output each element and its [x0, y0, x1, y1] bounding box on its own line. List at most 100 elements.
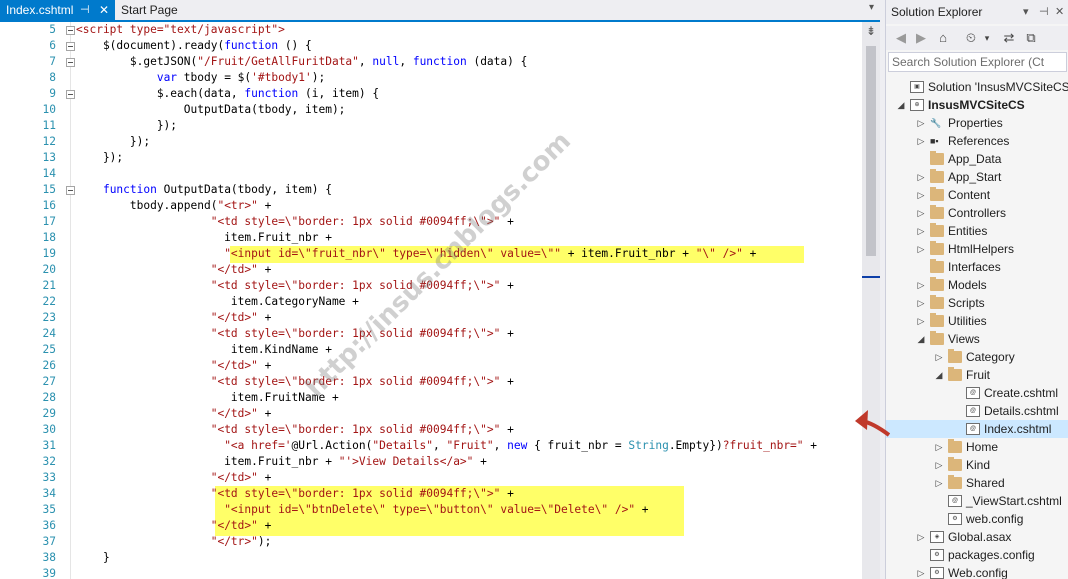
- forward-icon[interactable]: ▶: [912, 29, 930, 47]
- code-token: '#tbody1': [251, 71, 312, 84]
- code-text: "<input id=\"btnDelete\" type=\"button\"…: [76, 502, 648, 518]
- config-file-icon: ⚙: [930, 549, 944, 561]
- vertical-scrollbar[interactable]: ⇟: [862, 22, 880, 579]
- tree-item-content[interactable]: ▷ Content: [886, 186, 1068, 204]
- tree-item-label: Home: [966, 440, 999, 454]
- code-line: 27 "<td style=\"border: 1px solid #0094f…: [0, 374, 862, 390]
- collapsed-arrow-icon[interactable]: ▷: [916, 564, 926, 579]
- collapsed-arrow-icon[interactable]: ▷: [916, 528, 926, 546]
- close-icon[interactable]: ✕: [1055, 0, 1064, 24]
- tree-item-insusmvcsitecs[interactable]: ◢ ⊕ InsusMVCSiteCS: [886, 96, 1068, 114]
- collapsed-arrow-icon[interactable]: ▷: [916, 312, 926, 330]
- code-token: +: [500, 279, 514, 292]
- tree-item-solution-insusmvcsitecs-1[interactable]: ▣ Solution 'InsusMVCSiteCS' (1: [886, 78, 1068, 96]
- collapse-icon[interactable]: [66, 58, 75, 67]
- collapsed-arrow-icon[interactable]: ▷: [934, 348, 944, 366]
- code-line: 12 });: [0, 134, 862, 150]
- collapsed-arrow-icon[interactable]: ▷: [916, 222, 926, 240]
- sync-icon[interactable]: ⇄: [1000, 29, 1018, 47]
- document-tab-strip: Index.cshtml ⊣ ✕ Start Page ▾: [0, 0, 880, 22]
- tree-item-viewstart-cshtml[interactable]: @ _ViewStart.cshtml: [886, 492, 1068, 510]
- tree-item-controllers[interactable]: ▷ Controllers: [886, 204, 1068, 222]
- expanded-arrow-icon[interactable]: ◢: [896, 96, 906, 114]
- tree-item-htmlhelpers[interactable]: ▷ HtmlHelpers: [886, 240, 1068, 258]
- tree-item-interfaces[interactable]: Interfaces: [886, 258, 1068, 276]
- pin-icon[interactable]: ⊣: [1039, 0, 1049, 24]
- tree-item-label: InsusMVCSiteCS: [928, 98, 1025, 112]
- folder-icon: [948, 439, 962, 453]
- code-token: +: [257, 471, 272, 484]
- tree-item-entities[interactable]: ▷ Entities: [886, 222, 1068, 240]
- collapsed-arrow-icon[interactable]: ▷: [916, 204, 926, 222]
- tree-item-category[interactable]: ▷ Category: [886, 348, 1068, 366]
- collapsed-arrow-icon[interactable]: ▷: [916, 186, 926, 204]
- dropdown-icon[interactable]: ▾: [1023, 0, 1029, 24]
- tree-item-global-asax[interactable]: ▷ ◈ Global.asax: [886, 528, 1068, 546]
- collapsed-arrow-icon[interactable]: ▷: [934, 438, 944, 456]
- code-token: "<td style=\"border: 1px solid #0094ff;\…: [210, 327, 501, 340]
- code-text: });: [76, 134, 150, 150]
- code-token: "<input id=\"fruit_nbr\" type=\"hidden\"…: [224, 247, 561, 260]
- collapsed-arrow-icon[interactable]: ▷: [916, 114, 926, 132]
- expanded-arrow-icon[interactable]: ◢: [934, 366, 944, 384]
- tree-item-index-cshtml[interactable]: @ Index.cshtml: [886, 420, 1068, 438]
- close-icon[interactable]: ✕: [99, 0, 109, 20]
- collapsed-arrow-icon[interactable]: ▷: [916, 276, 926, 294]
- pin-icon[interactable]: ⊣: [80, 0, 90, 20]
- split-icon[interactable]: ⇟: [865, 24, 877, 38]
- tree-item-app-start[interactable]: ▷ App_Start: [886, 168, 1068, 186]
- code-token: +: [257, 407, 272, 420]
- tree-item-scripts[interactable]: ▷ Scripts: [886, 294, 1068, 312]
- scrollbar-thumb[interactable]: [866, 46, 876, 256]
- back-icon[interactable]: ◀: [892, 29, 910, 47]
- expanded-arrow-icon[interactable]: ◢: [916, 330, 926, 348]
- tree-item-create-cshtml[interactable]: @ Create.cshtml: [886, 384, 1068, 402]
- collapse-icon[interactable]: [66, 26, 75, 35]
- code-text: function OutputData(tbody, item) {: [76, 182, 332, 198]
- home-icon[interactable]: ⌂: [934, 29, 952, 47]
- tree-item-utilities[interactable]: ▷ Utilities: [886, 312, 1068, 330]
- code-token: +: [742, 247, 757, 260]
- collapse-icon[interactable]: [66, 42, 75, 51]
- code-line: 36 "</td>" +: [0, 518, 862, 534]
- collapsed-arrow-icon[interactable]: ▷: [916, 294, 926, 312]
- code-text-area[interactable]: 5 <script type="text/javascript"> 6 $(docu…: [0, 22, 862, 579]
- tree-item-properties[interactable]: ▷ 🔧 Properties: [886, 114, 1068, 132]
- tree-item-kind[interactable]: ▷ Kind: [886, 456, 1068, 474]
- chevron-down-icon[interactable]: ▾: [869, 2, 874, 13]
- tree-item-home[interactable]: ▷ Home: [886, 438, 1068, 456]
- search-solution-explorer-input[interactable]: Search Solution Explorer (Ct: [888, 52, 1067, 72]
- line-number: 29: [42, 407, 56, 420]
- tab-start-page[interactable]: Start Page: [115, 0, 205, 20]
- tree-item-web-config[interactable]: ⚙ web.config: [886, 510, 1068, 528]
- tree-item-views[interactable]: ◢ Views: [886, 330, 1068, 348]
- code-text: "</td>" +: [76, 470, 272, 486]
- tree-item-label: Global.asax: [948, 530, 1012, 544]
- pending-changes-icon[interactable]: ⧉: [1022, 29, 1040, 47]
- chevron-down-icon[interactable]: ▾: [978, 29, 996, 47]
- code-text: item.CategoryName +: [76, 294, 359, 310]
- tree-item-references[interactable]: ▷ ■▪ References: [886, 132, 1068, 150]
- collapsed-arrow-icon[interactable]: ▷: [916, 168, 926, 186]
- tree-item-shared[interactable]: ▷ Shared: [886, 474, 1068, 492]
- collapsed-arrow-icon[interactable]: ▷: [934, 456, 944, 474]
- tree-item-models[interactable]: ▷ Models: [886, 276, 1068, 294]
- tree-item-packages-config[interactable]: ⚙ packages.config: [886, 546, 1068, 564]
- tab-index-cshtml[interactable]: Index.cshtml ⊣ ✕: [0, 0, 115, 20]
- tree-item-label: Properties: [948, 116, 1003, 130]
- collapse-icon[interactable]: [66, 186, 75, 195]
- tree-item-web-config[interactable]: ▷ ⚙ Web.config: [886, 564, 1068, 579]
- code-token: { fruit_nbr =: [527, 439, 629, 452]
- code-text: "<td style=\"border: 1px solid #0094ff;\…: [76, 326, 514, 342]
- collapsed-arrow-icon[interactable]: ▷: [934, 474, 944, 492]
- collapsed-arrow-icon[interactable]: ▷: [916, 132, 926, 150]
- tree-item-details-cshtml[interactable]: @ Details.cshtml: [886, 402, 1068, 420]
- collapsed-arrow-icon[interactable]: ▷: [916, 240, 926, 258]
- tree-item-app-data[interactable]: App_Data: [886, 150, 1068, 168]
- collapse-icon[interactable]: [66, 90, 75, 99]
- code-token: +: [257, 263, 272, 276]
- tree-item-fruit[interactable]: ◢ Fruit: [886, 366, 1068, 384]
